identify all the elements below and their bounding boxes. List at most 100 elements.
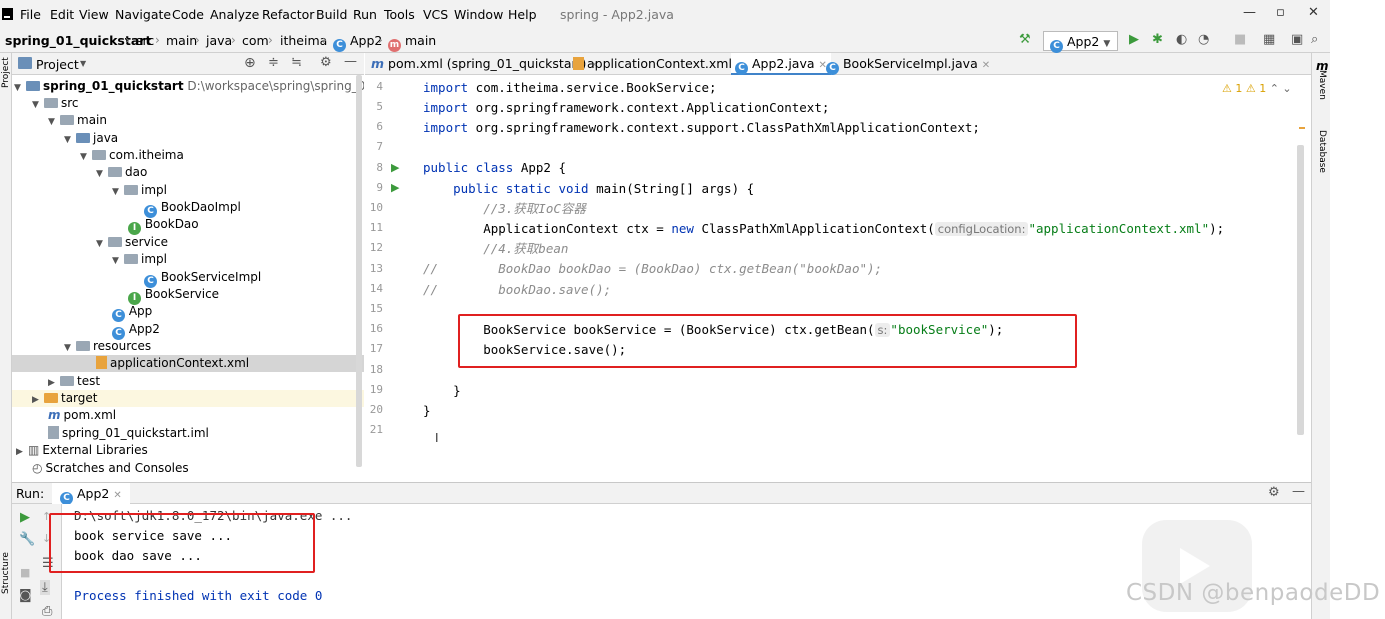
tree-node-target[interactable]: ▶ target xyxy=(12,390,364,407)
tab-app2[interactable]: C App2.java ✕ xyxy=(731,53,831,75)
maven-file-icon: m xyxy=(371,56,385,71)
tree-node-iml[interactable]: spring_01_quickstart.iml xyxy=(48,425,209,442)
breadcrumb-main[interactable]: main xyxy=(166,33,197,48)
menu-navigate[interactable]: Navigate xyxy=(115,7,171,22)
database-tool-button[interactable]: Database xyxy=(1317,130,1327,173)
stop-icon[interactable]: ■ xyxy=(20,566,30,579)
stop-icon[interactable]: ■ xyxy=(1234,32,1246,47)
wrench-icon[interactable]: 🔧 xyxy=(19,532,35,547)
search-icon[interactable]: ⌕ xyxy=(1311,32,1318,47)
tree-node-com-itheima[interactable]: ▼ com.itheima xyxy=(80,147,184,164)
print-icon[interactable]: ⎙ xyxy=(42,604,52,619)
code-editor[interactable]: import com.itheima.service.BookService; … xyxy=(415,75,1305,479)
line-number: 10 xyxy=(369,201,383,214)
tab-pom[interactable]: m pom.xml (spring_01_quickstart) ✕ xyxy=(367,53,603,75)
breadcrumb-com[interactable]: com xyxy=(242,33,269,48)
locate-icon[interactable]: ⊕ xyxy=(244,55,256,71)
layout-icon[interactable]: ▣ xyxy=(1291,32,1303,47)
scroll-to-end-icon[interactable]: ⤓ xyxy=(40,580,50,595)
tree-node-java[interactable]: ▼ java xyxy=(64,130,118,147)
source-folder-icon xyxy=(76,133,90,143)
hide-icon[interactable]: — xyxy=(1292,484,1305,499)
line-number: 6 xyxy=(376,120,383,133)
tree-node-service-impl[interactable]: ▼ impl xyxy=(112,251,167,268)
tree-node-dao-impl[interactable]: ▼ impl xyxy=(112,182,167,199)
module-file-icon xyxy=(48,426,59,439)
tree-node-main[interactable]: ▼ main xyxy=(48,112,107,129)
breadcrumb-itheima[interactable]: itheima xyxy=(280,33,327,48)
close-icon[interactable]: ✕ xyxy=(1308,5,1319,20)
menu-view[interactable]: View xyxy=(79,7,109,22)
gear-icon[interactable]: ⚙ xyxy=(1268,485,1280,500)
project-view-title[interactable]: Project xyxy=(36,57,79,72)
inspection-warnings[interactable]: ⚠ 1 ⚠ 1 ⌃ ⌄ xyxy=(1222,82,1292,95)
tree-node-scratches[interactable]: ◴ Scratches and Consoles xyxy=(32,460,189,477)
tree-node-app2[interactable]: C App2 xyxy=(112,321,160,340)
warning-marker[interactable] xyxy=(1299,127,1305,129)
close-icon[interactable]: ✕ xyxy=(113,490,121,501)
menu-file[interactable]: File xyxy=(20,7,41,22)
tree-node-bookdao[interactable]: I BookDao xyxy=(128,216,199,235)
gear-icon[interactable]: ⚙ xyxy=(320,55,332,70)
project-structure-icon[interactable]: ▦ xyxy=(1263,32,1275,47)
tab-bookserviceimpl[interactable]: C BookServiceImpl.java ✕ xyxy=(822,53,994,75)
menu-analyze[interactable]: Analyze xyxy=(210,7,259,22)
tab-applicationcontext[interactable]: applicationContext.xml✕ xyxy=(569,53,748,75)
profile-icon[interactable]: ◔ xyxy=(1198,32,1209,47)
coverage-icon[interactable]: ◐ xyxy=(1176,32,1187,47)
tree-node-app[interactable]: C App xyxy=(112,303,152,322)
scratches-icon: ◴ xyxy=(32,461,43,475)
structure-tool-button[interactable]: Structure xyxy=(1,552,11,594)
camera-icon[interactable]: ◙ xyxy=(19,588,32,603)
build-hammer-icon[interactable]: ⚒ xyxy=(1019,32,1031,47)
expand-all-icon[interactable]: ≑ xyxy=(268,55,279,70)
code-comment: // bookDao.save(); xyxy=(423,282,612,297)
line-number: 12 xyxy=(369,241,383,254)
tree-node-bookservice[interactable]: I BookService xyxy=(128,286,219,305)
breadcrumb-java[interactable]: java xyxy=(206,33,232,48)
chevron-down-icon[interactable]: ▼ xyxy=(80,59,86,68)
maven-tool-button[interactable]: Maven xyxy=(1317,70,1327,102)
tree-node-root[interactable]: ▼ spring_01_quickstart D:\workspace\sprin… xyxy=(14,78,364,95)
rerun-icon[interactable]: ▶ xyxy=(20,510,30,525)
tree-node-external-libraries[interactable]: ▶ ▥ External Libraries xyxy=(16,442,148,459)
menu-help[interactable]: Help xyxy=(508,7,537,22)
line-number: 20 xyxy=(369,403,383,416)
tree-node-resources[interactable]: ▼ resources xyxy=(64,338,151,355)
tree-node-applicationcontext[interactable]: applicationContext.xml xyxy=(12,355,364,372)
editor-scrollbar[interactable] xyxy=(1297,145,1304,435)
menu-vcs[interactable]: VCS xyxy=(423,7,448,22)
maven-file-icon: m xyxy=(48,408,61,422)
line-number: 8 xyxy=(376,161,383,174)
collapse-all-icon[interactable]: ≒ xyxy=(291,55,302,70)
minimize-icon[interactable]: — xyxy=(1243,5,1256,20)
breadcrumb-method-main[interactable]: m main xyxy=(388,33,436,52)
debug-icon[interactable]: ✱ xyxy=(1152,32,1163,47)
menu-edit[interactable]: Edit xyxy=(50,7,74,22)
menu-build[interactable]: Build xyxy=(316,7,347,22)
tree-node-pom[interactable]: m pom.xml xyxy=(48,407,116,424)
tree-node-service[interactable]: ▼ service xyxy=(96,234,168,251)
package-icon xyxy=(124,254,138,264)
maximize-icon[interactable]: ▫ xyxy=(1276,5,1285,20)
menu-tools[interactable]: Tools xyxy=(384,7,415,22)
breadcrumb-src[interactable]: src xyxy=(136,33,154,48)
run-tab-app2[interactable]: C App2 ✕ xyxy=(52,483,130,505)
close-icon[interactable]: ✕ xyxy=(982,60,990,71)
hide-icon[interactable]: — xyxy=(344,54,357,69)
menu-code[interactable]: Code xyxy=(172,7,204,22)
project-tool-button[interactable]: Project xyxy=(1,56,11,88)
menu-refactor[interactable]: Refactor xyxy=(262,7,314,22)
run-gutter-icon[interactable]: ▶ xyxy=(391,181,399,194)
run-icon[interactable]: ▶ xyxy=(1129,32,1139,47)
tree-node-dao[interactable]: ▼ dao xyxy=(96,164,147,181)
tree-node-test[interactable]: ▶ test xyxy=(48,373,100,390)
run-config-select[interactable]: C App2 ▼ xyxy=(1043,31,1118,53)
tree-node-src[interactable]: ▼ src xyxy=(32,95,79,112)
menu-window[interactable]: Window xyxy=(454,7,503,22)
menu-run[interactable]: Run xyxy=(353,7,377,22)
run-gutter-icon[interactable]: ▶ xyxy=(391,161,399,174)
tree-node-bookdaoimpl[interactable]: C BookDaoImpl xyxy=(144,199,241,218)
breadcrumb-app2[interactable]: C App2 xyxy=(333,33,382,52)
tree-node-bookserviceimpl[interactable]: C BookServiceImpl xyxy=(144,269,261,288)
